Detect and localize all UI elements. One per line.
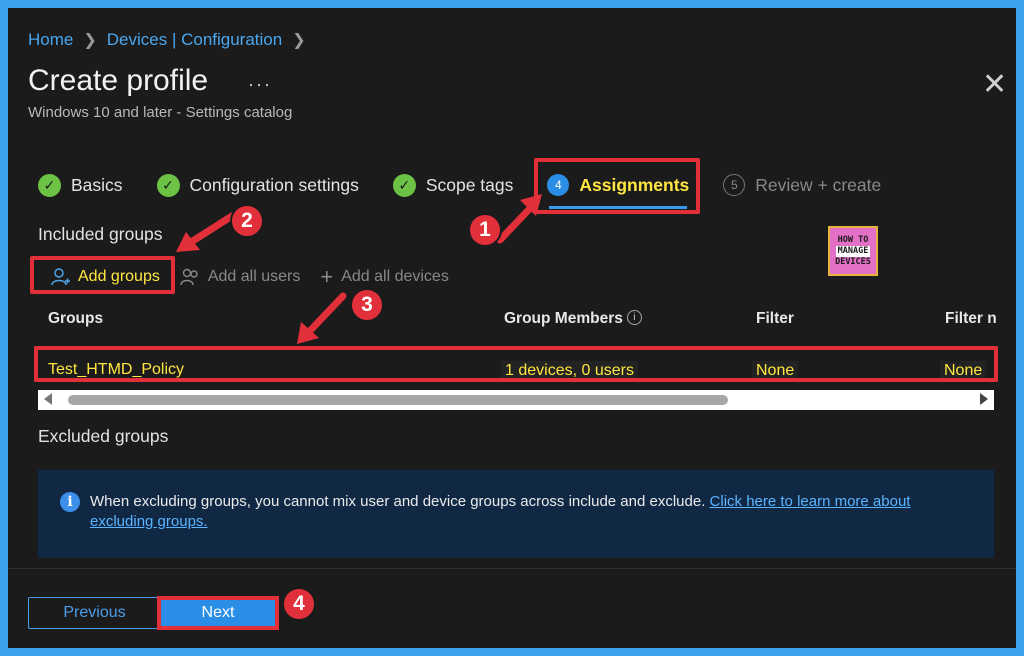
chevron-right-icon: ❯ [83,32,97,49]
create-profile-panel: Home ❯ Devices | Configuration ❯ Create … [8,8,1016,648]
previous-button[interactable]: Previous [28,597,161,629]
logo-text: DEVICES [835,256,871,267]
column-header-filter[interactable]: Filter [756,310,794,328]
annotation-badge-1: 1 [468,213,502,247]
check-circle-icon: ✓ [392,173,416,197]
highlight-box-row [34,346,998,382]
close-icon[interactable]: ✕ [982,70,1007,100]
step-label: Basics [71,174,123,195]
check-circle-icon: ✓ [156,173,180,197]
chevron-right-icon: ❯ [292,32,306,49]
annotation-arrow-2 [176,212,236,252]
page-subtitle: Windows 10 and later - Settings catalog [28,104,293,121]
breadcrumb-devices[interactable]: Devices | Configuration [107,30,282,50]
step-configuration-settings[interactable]: ✓ Configuration settings [156,173,359,197]
page-title: Create profile [28,64,209,97]
info-icon: i [60,492,80,512]
logo-text: HOW TO [837,234,869,245]
group-members-label: Group Members [504,310,623,327]
add-all-users-button[interactable]: Add all users [180,267,301,287]
included-groups-label: Included groups [38,224,163,244]
step-number-badge: 5 [723,174,746,196]
add-all-devices-label: Add all devices [341,268,449,285]
next-button[interactable]: Next [157,596,279,630]
excluded-groups-label: Excluded groups [38,426,169,446]
wizard-steps: ✓ Basics ✓ Configuration settings ✓ Scop… [38,170,915,200]
info-banner-text: When excluding groups, you cannot mix us… [90,492,970,532]
more-options-icon[interactable]: ··· [248,74,272,95]
step-label: Review + create [755,174,882,195]
users-icon [180,268,198,286]
add-all-devices-button[interactable]: + Add all devices [320,266,448,288]
breadcrumb: Home ❯ Devices | Configuration ❯ [28,30,306,50]
step-review-create[interactable]: 5 Review + create [723,174,881,196]
annotation-arrow-3 [297,292,347,344]
annotation-badge-4: 4 [282,587,316,621]
plus-icon: + [320,264,334,289]
scrollbar-thumb[interactable] [68,395,728,405]
highlight-box-assignments [534,158,700,214]
add-all-users-label: Add all users [207,268,301,285]
column-header-filter-mode[interactable]: Filter n [945,310,997,328]
scroll-right-arrow-icon[interactable] [980,393,988,405]
annotation-badge-3: 3 [350,288,384,322]
logo-text: MANAGE [835,245,871,257]
breadcrumb-home[interactable]: Home [28,30,73,50]
horizontal-scrollbar[interactable] [38,390,994,410]
footer-divider [8,568,1016,569]
column-header-groups[interactable]: Groups [48,310,103,328]
check-circle-icon: ✓ [38,173,61,197]
htmd-logo: HOW TO MANAGE DEVICES [828,226,878,276]
column-header-group-members[interactable]: Group Members i [504,310,642,328]
info-message: When excluding groups, you cannot mix us… [90,493,706,510]
scroll-left-arrow-icon[interactable] [44,393,52,405]
highlight-box-add-groups [30,256,175,294]
step-basics[interactable]: ✓ Basics [38,173,123,197]
step-label: Configuration settings [189,174,359,195]
annotation-badge-2: 2 [230,204,264,238]
excluded-info-banner: i When excluding groups, you cannot mix … [38,470,994,558]
info-icon[interactable]: i [626,310,642,325]
